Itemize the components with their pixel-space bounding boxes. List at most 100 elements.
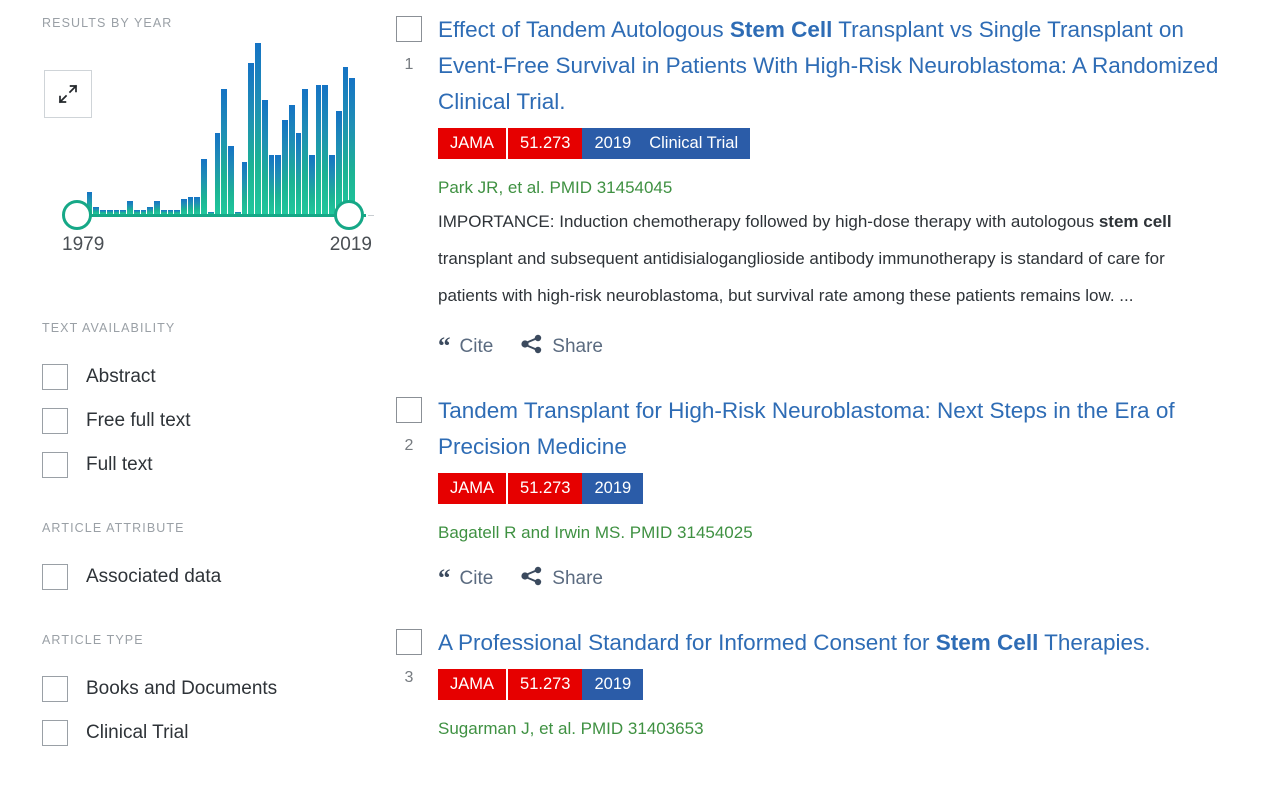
filter-label-associated-data: Associated data <box>86 566 222 587</box>
search-result-item: 2 Tandem Transplant for High-Risk Neurobl… <box>380 391 1240 597</box>
facet-article-attribute: ARTICLE ATTRIBUTE Associated data <box>42 521 380 599</box>
year-bar[interactable] <box>154 200 160 214</box>
year-slider-track <box>76 214 366 217</box>
year-bar[interactable] <box>288 104 295 214</box>
year-bar[interactable] <box>214 133 221 214</box>
year-slider-handle-end[interactable] <box>334 200 364 230</box>
result-badges: JAMA 51.273 2019 Clinical Trial <box>438 128 751 159</box>
result-title-link[interactable]: A Professional Standard for Informed Con… <box>438 625 1240 661</box>
result-title-link[interactable]: Effect of Tandem Autologous Stem Cell Tr… <box>438 12 1240 120</box>
badge-impact-factor: 51.273 <box>506 669 583 700</box>
filters-sidebar: RESULTS BY YEAR 1979 2019 TEXT AVAILABIL… <box>0 0 380 800</box>
search-results-list: 1 Effect of Tandem Autologous Stem Cell T… <box>380 0 1280 800</box>
share-label: Share <box>552 335 603 357</box>
badge-impact-factor: 51.273 <box>506 473 583 504</box>
quote-icon: “ <box>438 332 451 360</box>
result-body: A Professional Standard for Informed Con… <box>438 623 1240 744</box>
filter-label-books-and-documents: Books and Documents <box>86 678 278 699</box>
badge-journal: JAMA <box>438 669 507 700</box>
filter-clinical-trial[interactable]: Clinical Trial <box>42 711 380 755</box>
year-bar[interactable] <box>268 154 275 214</box>
search-result-item: 1 Effect of Tandem Autologous Stem Cell T… <box>380 10 1240 365</box>
cite-label: Cite <box>459 335 494 357</box>
year-bar[interactable] <box>127 200 133 214</box>
year-bar[interactable] <box>315 84 322 214</box>
facet-text-availability: TEXT AVAILABILITY Abstract Free full tex… <box>42 321 380 487</box>
checkbox-associated-data[interactable] <box>42 564 68 590</box>
result-title-link[interactable]: Tandem Transplant for High-Risk Neurobla… <box>438 393 1240 465</box>
year-bar[interactable] <box>248 63 255 214</box>
year-bar[interactable] <box>255 43 261 214</box>
filter-books-and-documents[interactable]: Books and Documents <box>42 667 380 711</box>
checkbox-free-full-text[interactable] <box>42 408 68 434</box>
result-actions: “ Cite Share <box>438 334 1240 359</box>
year-axis-labels: 1979 2019 <box>62 234 372 256</box>
cite-button[interactable]: “ Cite <box>438 332 494 360</box>
result-select-checkbox[interactable] <box>396 629 422 655</box>
year-bar[interactable] <box>282 119 288 214</box>
results-by-year-chart: 1979 2019 <box>62 26 374 256</box>
result-badges: JAMA 51.273 2019 <box>438 473 644 504</box>
badge-year: 2019 <box>582 669 644 700</box>
share-label: Share <box>552 567 603 589</box>
result-index: 2 <box>404 437 414 454</box>
result-gutter: 3 <box>380 623 438 687</box>
filter-label-free-full-text: Free full text <box>86 410 191 431</box>
filter-label-abstract: Abstract <box>86 366 156 387</box>
year-histogram-bars <box>80 39 356 214</box>
result-body: Effect of Tandem Autologous Stem Cell Tr… <box>438 10 1240 359</box>
results-by-year-facet: RESULTS BY YEAR 1979 2019 <box>42 16 380 301</box>
result-authors-pmid: Park JR, et al. PMID 31454045 <box>438 178 673 197</box>
facet-title-article-type: ARTICLE TYPE <box>42 633 144 647</box>
year-slider-handle-start[interactable] <box>62 200 92 230</box>
year-bar[interactable] <box>201 159 207 214</box>
checkbox-abstract[interactable] <box>42 364 68 390</box>
year-bar[interactable] <box>241 161 248 214</box>
quote-icon: “ <box>438 564 451 592</box>
year-bar[interactable] <box>261 100 268 214</box>
filter-free-full-text[interactable]: Free full text <box>42 399 380 443</box>
result-authors-pmid: Sugarman J, et al. PMID 31403653 <box>438 719 704 738</box>
checkbox-books-and-documents[interactable] <box>42 676 68 702</box>
pubmed-search-results-page: RESULTS BY YEAR 1979 2019 TEXT AVAILABIL… <box>0 0 1280 800</box>
facet-title-text-availability: TEXT AVAILABILITY <box>42 321 176 335</box>
year-bar[interactable] <box>187 196 194 214</box>
result-abstract-snippet: IMPORTANCE: Induction chemotherapy follo… <box>438 212 1172 305</box>
cite-button[interactable]: “ Cite <box>438 564 494 592</box>
year-bar[interactable] <box>221 89 228 214</box>
year-bar[interactable] <box>275 154 282 214</box>
year-bar[interactable] <box>329 154 335 214</box>
share-button[interactable]: Share <box>521 566 603 591</box>
year-bar[interactable] <box>322 84 329 214</box>
filter-full-text[interactable]: Full text <box>42 443 380 487</box>
result-gutter: 2 <box>380 391 438 455</box>
facet-article-type: ARTICLE TYPE Books and Documents Clinica… <box>42 633 380 755</box>
badge-article-type: Clinical Trial <box>643 128 751 159</box>
filter-associated-data[interactable]: Associated data <box>42 555 380 599</box>
year-bar[interactable] <box>194 196 201 214</box>
year-bar[interactable] <box>335 111 342 214</box>
year-bar[interactable] <box>302 89 308 214</box>
badge-journal: JAMA <box>438 473 507 504</box>
year-bar[interactable] <box>295 133 302 214</box>
checkbox-full-text[interactable] <box>42 452 68 478</box>
result-select-checkbox[interactable] <box>396 397 422 423</box>
cite-label: Cite <box>459 567 494 589</box>
badge-impact-factor: 51.273 <box>506 128 583 159</box>
filter-abstract[interactable]: Abstract <box>42 355 380 399</box>
share-button[interactable]: Share <box>521 334 603 359</box>
year-bar[interactable] <box>342 67 349 214</box>
checkbox-clinical-trial[interactable] <box>42 720 68 746</box>
year-start-label: 1979 <box>62 234 105 255</box>
result-authors-pmid: Bagatell R and Irwin MS. PMID 31454025 <box>438 523 753 542</box>
year-end-label: 2019 <box>329 234 372 255</box>
result-actions: “ Cite Share <box>438 566 1240 591</box>
result-select-checkbox[interactable] <box>396 16 422 42</box>
year-bar[interactable] <box>228 146 234 214</box>
facet-title-article-attribute: ARTICLE ATTRIBUTE <box>42 521 185 535</box>
axis-tick-right <box>368 215 374 216</box>
year-bar[interactable] <box>181 198 187 214</box>
year-bar[interactable] <box>308 154 315 214</box>
year-bar[interactable] <box>349 78 356 214</box>
result-index: 3 <box>404 669 414 686</box>
